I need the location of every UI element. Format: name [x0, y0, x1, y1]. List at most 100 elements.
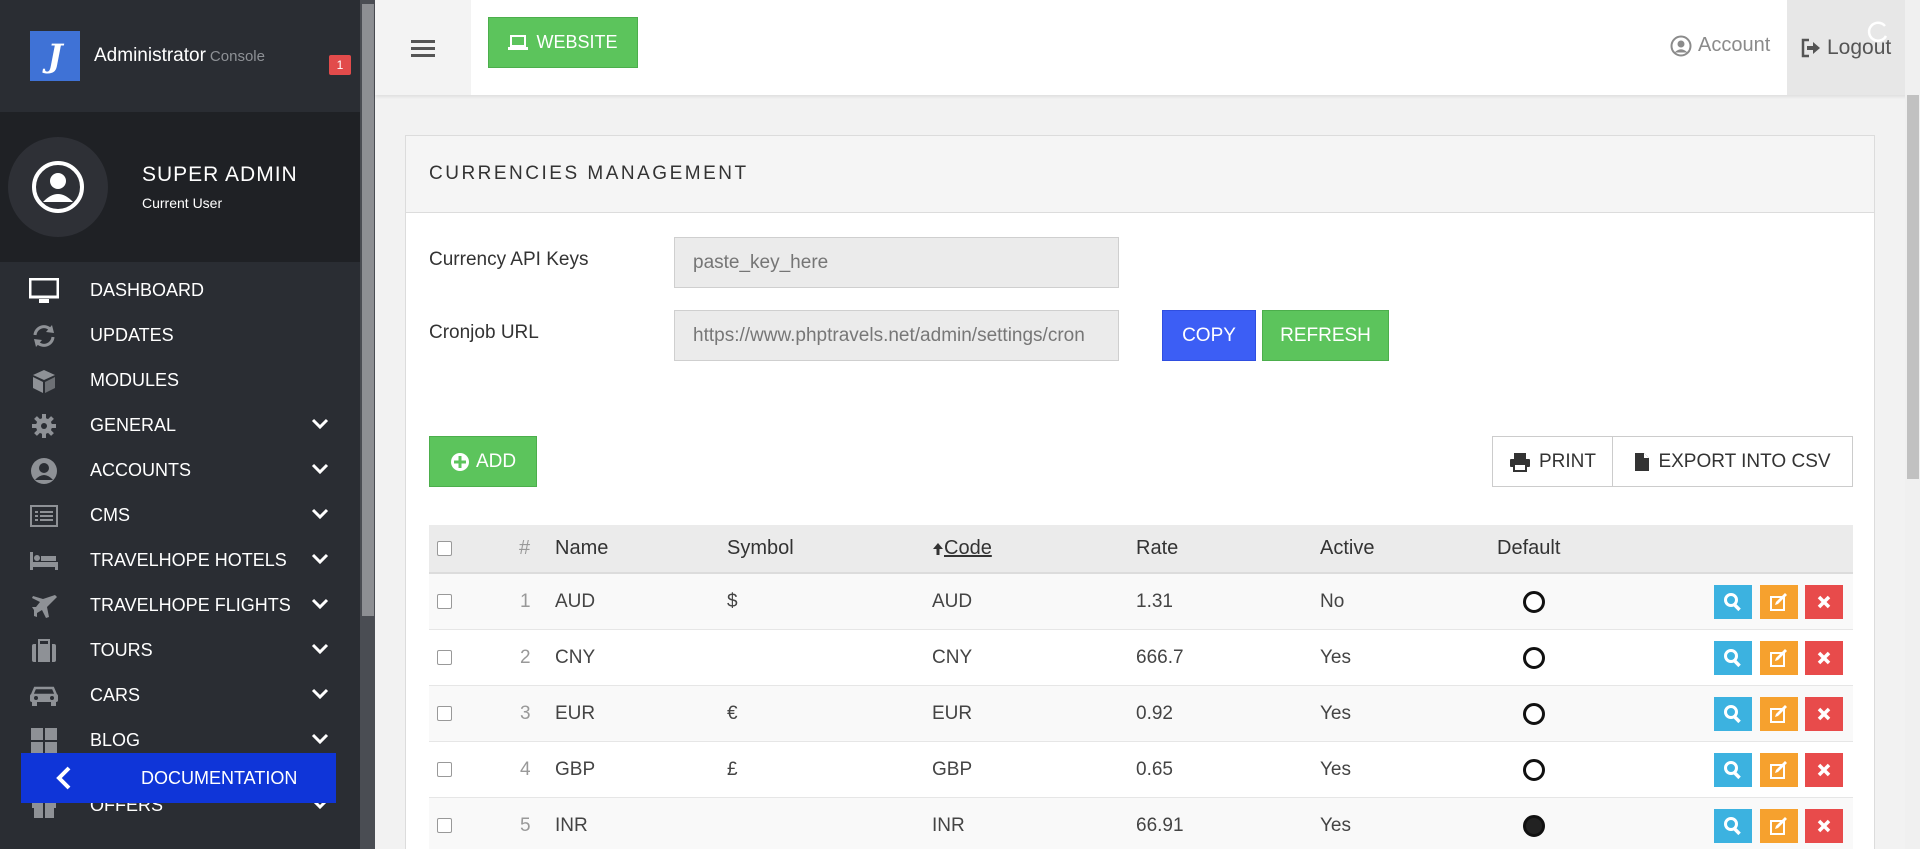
sidebar-item-updates[interactable]: UPDATES	[0, 313, 360, 358]
sidebar-item-tours[interactable]: TOURS	[0, 628, 360, 673]
brand-subtitle: Console	[209, 48, 265, 65]
row-checkbox[interactable]	[437, 574, 452, 629]
page-scroll-thumb[interactable]	[1907, 95, 1919, 479]
currencies-table: # Name Symbol Code Rate Active Default 1…	[429, 525, 1853, 849]
table-row: 2 CNY CNY 666.7 Yes	[429, 630, 1853, 686]
row-code: CNY	[932, 646, 973, 668]
sidebar-scroll-thumb[interactable]	[362, 4, 374, 616]
default-radio[interactable]	[1523, 686, 1545, 741]
account-link[interactable]: Account	[1670, 34, 1770, 57]
copy-button[interactable]: COPY	[1162, 310, 1256, 361]
sidebar-item-cars[interactable]: CARS	[0, 673, 360, 718]
edit-button[interactable]	[1760, 742, 1798, 797]
user-panel: SUPER ADMIN Current User	[0, 112, 360, 262]
view-button[interactable]	[1714, 798, 1752, 849]
header-default[interactable]: Default	[1497, 525, 1560, 572]
car-icon	[28, 682, 60, 710]
search-icon	[1724, 760, 1741, 779]
view-button[interactable]	[1714, 574, 1752, 629]
row-symbol: €	[727, 702, 738, 724]
sidebar-item-label: BLOG	[90, 730, 141, 750]
menu-toggle-button[interactable]	[375, 0, 471, 95]
sidebar: J Administrator Console SUPER ADMIN Curre…	[0, 0, 360, 849]
search-icon	[1724, 704, 1741, 723]
row-rate: 0.92	[1136, 702, 1173, 724]
documentation-button[interactable]: DOCUMENTATION	[21, 753, 336, 803]
sidebar-item-modules[interactable]: MODULES	[0, 358, 360, 403]
user-circle-icon	[1670, 35, 1692, 56]
user-name: SUPER ADMIN	[142, 163, 298, 186]
delete-button[interactable]	[1805, 686, 1843, 741]
row-active: Yes	[1320, 702, 1351, 724]
delete-button[interactable]	[1805, 798, 1843, 849]
row-num: 5	[520, 814, 531, 836]
default-radio[interactable]	[1523, 630, 1545, 685]
row-checkbox[interactable]	[437, 686, 452, 741]
edit-icon	[1770, 648, 1787, 667]
header-active[interactable]: Active	[1320, 525, 1374, 572]
delete-button[interactable]	[1805, 742, 1843, 797]
print-button[interactable]: PRINT	[1492, 436, 1613, 487]
sidebar-item-cms[interactable]: CMS	[0, 493, 360, 538]
edit-button[interactable]	[1760, 630, 1798, 685]
table-row: 5 INR INR 66.91 Yes	[429, 798, 1853, 849]
view-button[interactable]	[1714, 686, 1752, 741]
row-rate: 0.65	[1136, 758, 1173, 780]
row-rate: 1.31	[1136, 590, 1173, 612]
brand-title: Administrator Console	[94, 45, 265, 67]
brand[interactable]: J Administrator Console	[0, 0, 360, 112]
row-symbol: £	[727, 758, 738, 780]
row-checkbox[interactable]	[437, 630, 452, 685]
website-label: WEBSITE	[536, 32, 618, 52]
row-code: INR	[932, 814, 965, 836]
gear-icon	[28, 412, 60, 440]
row-checkbox[interactable]	[437, 798, 452, 849]
row-rate: 666.7	[1136, 646, 1184, 668]
chevron-down-icon	[310, 730, 330, 751]
row-active: Yes	[1320, 646, 1351, 668]
header-rate[interactable]: Rate	[1136, 525, 1178, 572]
row-symbol: $	[727, 590, 738, 612]
delete-button[interactable]	[1805, 574, 1843, 629]
topbar: WEBSITE Account Logout	[375, 0, 1920, 95]
row-name: CNY	[555, 646, 596, 668]
api-keys-input[interactable]	[674, 237, 1119, 288]
updates-badge: 1	[329, 55, 351, 75]
sidebar-item-flights[interactable]: TRAVELHOPE FLIGHTS	[0, 583, 360, 628]
row-code: GBP	[932, 758, 973, 780]
cronjob-url-field[interactable]: https://www.phptravels.net/admin/setting…	[674, 310, 1119, 361]
row-name: INR	[555, 814, 588, 836]
sign-out-icon	[1801, 38, 1820, 57]
edit-button[interactable]	[1760, 574, 1798, 629]
search-icon	[1724, 648, 1741, 667]
sidebar-item-label: GENERAL	[90, 415, 177, 435]
delete-button[interactable]	[1805, 630, 1843, 685]
add-button[interactable]: ADD	[429, 436, 537, 487]
header-symbol[interactable]: Symbol	[727, 525, 794, 572]
header-code[interactable]: Code	[932, 525, 992, 572]
row-checkbox[interactable]	[437, 742, 452, 797]
edit-button[interactable]	[1760, 686, 1798, 741]
view-button[interactable]	[1714, 742, 1752, 797]
sidebar-item-dashboard[interactable]: DASHBOARD	[0, 268, 360, 313]
select-all-checkbox[interactable]	[437, 525, 452, 572]
website-button[interactable]: WEBSITE	[488, 17, 638, 68]
view-button[interactable]	[1714, 630, 1752, 685]
sidebar-item-accounts[interactable]: ACCOUNTS	[0, 448, 360, 493]
user-avatar-icon	[32, 161, 84, 213]
close-icon	[1817, 763, 1831, 776]
refresh-button[interactable]: REFRESH	[1262, 310, 1389, 361]
header-name[interactable]: Name	[555, 525, 608, 572]
edit-icon	[1770, 704, 1787, 723]
add-label: ADD	[475, 450, 517, 472]
default-radio-selected[interactable]	[1523, 798, 1545, 849]
sidebar-item-hotels[interactable]: TRAVELHOPE HOTELS	[0, 538, 360, 583]
bed-icon	[28, 547, 60, 575]
default-radio[interactable]	[1523, 742, 1545, 797]
export-csv-button[interactable]: EXPORT INTO CSV	[1612, 436, 1853, 487]
default-radio[interactable]	[1523, 574, 1545, 629]
logout-button[interactable]: Logout	[1787, 0, 1920, 95]
edit-button[interactable]	[1760, 798, 1798, 849]
sidebar-item-general[interactable]: GENERAL	[0, 403, 360, 448]
loading-spinner-icon	[1865, 20, 1889, 49]
